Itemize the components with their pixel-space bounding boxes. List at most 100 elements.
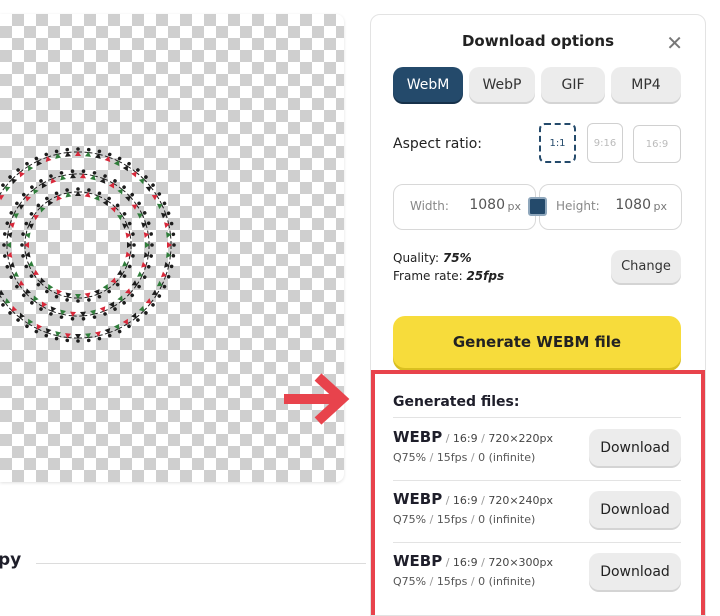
- figure-mark: [131, 168, 140, 178]
- ratio-1-1-button[interactable]: 1:1: [539, 123, 576, 163]
- figure-mark: [160, 271, 171, 280]
- generated-files-title: Generated files:: [393, 394, 520, 410]
- figure-mark: [43, 152, 52, 163]
- height-value[interactable]: 1080: [615, 197, 651, 213]
- file-item: WEBP / 16:9 / 720×240px Q75% / 15fps / 0…: [393, 490, 681, 550]
- figure-mark: [141, 261, 151, 270]
- figure-mark: [9, 271, 19, 280]
- section-heading-fragment: py: [0, 550, 22, 570]
- file-loop: 0 (infinite): [478, 575, 536, 588]
- width-field[interactable]: Width: 1080 px: [393, 184, 536, 230]
- figure-mark: [29, 211, 39, 221]
- figure-mark: [30, 295, 39, 305]
- format-mp4-button[interactable]: MP4: [611, 67, 681, 102]
- figure-mark: [156, 200, 167, 210]
- figure-mark: [89, 171, 98, 181]
- figure-mark: [53, 191, 63, 201]
- figure-mark: [93, 191, 103, 201]
- figure-mark: [141, 220, 151, 229]
- figure-mark: [3, 251, 13, 260]
- arrow-right-icon: [284, 373, 350, 425]
- file-size: 720×220px: [488, 432, 554, 445]
- figure-mark: [145, 183, 155, 192]
- figure-mark: [58, 171, 67, 181]
- figure-mark: [166, 251, 176, 260]
- panel-title: Download options: [461, 32, 615, 50]
- file-quality: Q75%: [393, 575, 427, 588]
- figure-mark: [104, 152, 113, 163]
- figure-mark: [108, 179, 118, 189]
- figure-mark: [94, 331, 103, 341]
- height-unit: px: [653, 200, 668, 213]
- figure-mark: [145, 298, 155, 307]
- figure-mark: [117, 185, 126, 195]
- figure-mark: [79, 169, 88, 179]
- ratio-16-9-button[interactable]: 16:9: [633, 125, 681, 163]
- figure-mark: [99, 174, 108, 184]
- format-webm-button[interactable]: WebM: [393, 67, 463, 102]
- figure-mark: [131, 280, 141, 289]
- figure-mark: [138, 305, 148, 315]
- figure-mark: [24, 161, 34, 172]
- aspect-ratio-label: Aspect ratio:: [393, 136, 483, 152]
- figure-mark: [21, 251, 31, 260]
- figure-mark: [131, 312, 140, 322]
- file-fps: 15fps: [436, 451, 468, 464]
- divider: [36, 563, 366, 564]
- figure-mark: [36, 203, 46, 213]
- format-gif-button[interactable]: GIF: [541, 67, 605, 102]
- ratio-9-16-button[interactable]: 9:16: [587, 123, 623, 163]
- file-fps: 15fps: [436, 513, 468, 526]
- height-label: Height:: [556, 199, 600, 213]
- figure-mark: [102, 284, 112, 294]
- file-size: 720×240px: [488, 494, 554, 507]
- figure-mark: [44, 196, 54, 206]
- figure-mark: [93, 289, 103, 299]
- figure-mark: [5, 261, 15, 270]
- figure-mark: [58, 309, 67, 319]
- width-value[interactable]: 1080: [469, 197, 505, 213]
- quality-line: Quality: 75%: [393, 251, 472, 265]
- lock-ratio-icon[interactable]: [528, 197, 547, 216]
- download-button[interactable]: Download: [589, 553, 681, 590]
- download-button[interactable]: Download: [589, 429, 681, 466]
- figure-mark: [63, 292, 72, 302]
- figure-mark: [131, 201, 141, 210]
- figure-mark: [167, 241, 176, 249]
- figure-mark: [3, 230, 13, 239]
- figure-mark: [84, 292, 93, 302]
- figure-mark: [24, 318, 34, 329]
- change-button[interactable]: Change: [611, 250, 681, 283]
- generate-button[interactable]: Generate WEBM file: [393, 316, 681, 368]
- figure-mark: [2, 241, 11, 249]
- width-unit: px: [507, 200, 522, 213]
- height-field[interactable]: Height: 1080 px: [539, 184, 682, 230]
- figure-mark: [8, 175, 18, 185]
- figure-mark: [0, 289, 5, 299]
- figure-mark: [145, 241, 154, 249]
- quality-value: 75%: [442, 251, 472, 265]
- figure-mark: [53, 289, 63, 299]
- figure-mark: [143, 251, 153, 260]
- figure-mark: [48, 306, 57, 316]
- close-icon[interactable]: ✕: [666, 31, 683, 55]
- figure-mark: [74, 147, 82, 156]
- figure-mark: [38, 179, 48, 189]
- format-webp-button[interactable]: WebP: [469, 67, 535, 102]
- figure-mark: [137, 210, 147, 219]
- figure-mark: [122, 260, 132, 270]
- figure-mark: [43, 327, 52, 338]
- figure-mark: [84, 333, 93, 343]
- figure-mark: [36, 277, 46, 287]
- figure-mark: [33, 156, 43, 167]
- figure-mark: [1, 298, 11, 307]
- figure-mark: [5, 220, 15, 229]
- figure-mark: [20, 241, 29, 249]
- figure-mark: [89, 309, 98, 319]
- figure-mark: [110, 203, 120, 213]
- figure-mark: [99, 306, 108, 316]
- figure-mark: [125, 230, 135, 239]
- download-button[interactable]: Download: [589, 491, 681, 528]
- divider: [393, 417, 681, 418]
- file-quality: Q75%: [393, 513, 427, 526]
